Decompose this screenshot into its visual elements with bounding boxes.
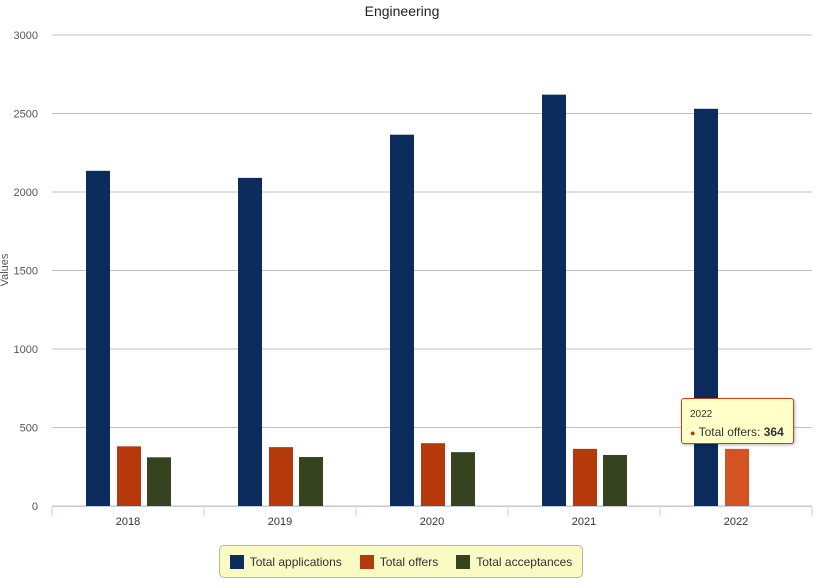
bar-total-offers-2020[interactable] <box>421 443 445 506</box>
tooltip-value: 364 <box>763 425 784 439</box>
x-tick-label: 2019 <box>268 516 292 528</box>
legend-item[interactable]: Total offers <box>359 554 439 569</box>
tooltip-dot-icon: ● <box>690 428 696 438</box>
tooltip-category: 2022 <box>690 409 713 420</box>
y-tick-label: 2500 <box>14 109 38 121</box>
bar-total-acceptances-2021[interactable] <box>603 454 627 506</box>
y-tick-label: 1000 <box>14 344 38 356</box>
bar-total-offers-2021[interactable] <box>573 448 597 506</box>
x-tick-label: 2021 <box>572 516 596 528</box>
bar-total-offers-2019[interactable] <box>269 447 293 506</box>
chart-title: Engineering <box>365 3 440 19</box>
legend-label: Total acceptances <box>476 554 573 569</box>
legend-label: Total applications <box>249 554 342 569</box>
y-tick-label: 2000 <box>14 187 38 199</box>
legend: Total applications Total offers Total acce… <box>219 545 583 578</box>
legend-item[interactable]: Total acceptances <box>456 554 573 569</box>
y-tick-label: 500 <box>20 423 38 435</box>
bar-total-applications-2020[interactable] <box>390 134 414 506</box>
bar-total-applications-2019[interactable] <box>238 177 262 506</box>
y-tick-label: 1500 <box>14 266 38 278</box>
tooltip-label: Total offers: <box>698 425 764 439</box>
bar-total-acceptances-2018[interactable] <box>147 457 171 506</box>
y-tick-label: 0 <box>32 501 38 513</box>
y-axis-label: Values <box>0 253 11 286</box>
bar-total-offers-2018[interactable] <box>117 446 141 506</box>
bar-total-applications-2018[interactable] <box>86 170 110 506</box>
bar-chart: Engineering Values 0 500 1000 1500 2000 2500 3… <box>0 3 813 528</box>
bar-total-offers-2022[interactable] <box>725 448 749 506</box>
legend-swatch <box>456 554 471 569</box>
tooltip: 2022 ● Total offers: 364 <box>681 398 794 444</box>
bar-total-acceptances-2020[interactable] <box>451 452 475 506</box>
legend-swatch <box>359 554 374 569</box>
bar-total-applications-2021[interactable] <box>542 94 566 506</box>
legend-label: Total offers <box>379 554 439 569</box>
bar-total-applications-2022[interactable] <box>694 108 718 506</box>
y-tick-label: 3000 <box>14 30 38 42</box>
legend-item[interactable]: Total applications <box>229 554 342 569</box>
legend-swatch <box>229 554 244 569</box>
x-tick-label: 2018 <box>116 516 140 528</box>
x-tick-label: 2020 <box>420 516 444 528</box>
bar-total-acceptances-2019[interactable] <box>299 457 323 506</box>
x-tick-label: 2022 <box>724 516 748 528</box>
